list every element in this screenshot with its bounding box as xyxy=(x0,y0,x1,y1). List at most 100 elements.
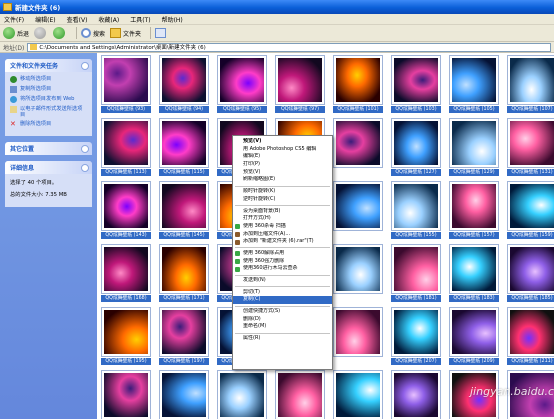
context-menu-item[interactable]: 使用360进行木马云查杀 xyxy=(233,265,332,273)
thumbnail-item[interactable]: QQ炫舞壁纸 (211) xyxy=(507,307,554,365)
thumbnail-item[interactable]: QQ炫舞壁纸 (227) xyxy=(217,370,267,419)
menu-file[interactable]: 文件(F) xyxy=(4,15,24,24)
thumbnail-item[interactable]: QQ炫舞壁纸 (94) xyxy=(159,55,209,113)
task-pane: 文件和文件夹任务 移动所选项目 复制所选项目 将所选项目发布到 Web 以电子邮… xyxy=(0,53,97,419)
context-menu-item[interactable]: 打开方式(H) xyxy=(233,215,332,223)
task-publish-web[interactable]: 将所选项目发布到 Web xyxy=(10,96,87,103)
thumbnail-label: QQ炫舞壁纸 (115) xyxy=(159,169,209,176)
thumbnail-item[interactable]: QQ炫舞壁纸 (105) xyxy=(449,55,499,113)
context-menu-item[interactable]: 删除(D) xyxy=(233,316,332,324)
thumbnail-item[interactable]: QQ炫舞壁纸 (145) xyxy=(159,181,209,239)
thumbnail-image xyxy=(101,307,151,357)
search-button[interactable]: 搜索 xyxy=(81,28,105,38)
context-menu-item[interactable]: 预览(V) xyxy=(233,138,332,146)
thumbnail-item[interactable]: QQ炫舞壁纸 (207) xyxy=(391,307,441,365)
menu-separator xyxy=(235,185,330,187)
thumbnail-item[interactable]: QQ炫舞壁纸 (223) xyxy=(101,370,151,419)
collapse-icon[interactable] xyxy=(81,61,89,70)
context-menu-item[interactable]: 用 Adobe Photoshop CS5 编辑 xyxy=(233,146,332,154)
menu-separator xyxy=(235,286,330,288)
collapse-icon[interactable] xyxy=(81,163,89,172)
thumbnail-item[interactable] xyxy=(333,244,383,302)
thumbnail-item[interactable]: QQ炫舞壁纸 (157) xyxy=(449,181,499,239)
window-title: 新建文件夹 (6) xyxy=(15,4,61,12)
thumbnail-item[interactable]: QQ炫舞壁纸 (97) xyxy=(275,55,325,113)
thumbnail-item[interactable]: QQ炫舞壁纸 (225) xyxy=(159,370,209,419)
context-menu-item[interactable]: 预览(V) xyxy=(233,169,332,177)
menu-tools[interactable]: 工具(T) xyxy=(130,15,150,24)
thumbnail-label: QQ炫舞壁纸 (97) xyxy=(275,106,325,113)
views-button[interactable] xyxy=(155,28,168,38)
delete-icon: ✕ xyxy=(10,120,16,128)
context-menu-item[interactable]: 添加到 "新建文件夹 (6).rar"(T) xyxy=(233,238,332,246)
address-input[interactable]: C:\Documents and Settings\Administrator\… xyxy=(27,42,551,52)
context-menu-item[interactable]: 复制(C) xyxy=(233,296,332,305)
file-tasks-header[interactable]: 文件和文件夹任务 xyxy=(5,59,92,72)
other-places-header[interactable]: 其它位置 xyxy=(5,142,92,155)
task-delete[interactable]: ✕ 删除所选项目 xyxy=(10,121,87,128)
context-menu-item[interactable]: 创建快捷方式(S) xyxy=(233,308,332,316)
menu-edit[interactable]: 编辑(E) xyxy=(35,15,55,24)
context-menu-item[interactable]: 顺时针旋转(K) xyxy=(233,188,332,196)
context-menu-item[interactable]: 使用 360杀毒 扫描 xyxy=(233,223,332,231)
menu-item-icon xyxy=(235,259,240,265)
context-menu-item[interactable]: 设为桌面背景(B) xyxy=(233,208,332,216)
thumbnail-item[interactable]: QQ炫舞壁纸 (155) xyxy=(391,181,441,239)
forward-button[interactable] xyxy=(34,27,48,39)
context-menu-item[interactable]: 刷新缩略图(E) xyxy=(233,176,332,184)
thumbnail-item[interactable]: QQ炫舞壁纸 (113) xyxy=(101,118,151,176)
thumbnail-item[interactable]: QQ炫舞壁纸 (183) xyxy=(449,244,499,302)
thumbnail-item[interactable]: QQ炫舞壁纸 (159) xyxy=(507,181,554,239)
thumbnail-item[interactable]: QQ炫舞壁纸 (171) xyxy=(159,244,209,302)
details-header[interactable]: 详细信息 xyxy=(5,161,92,174)
context-menu-item[interactable]: 逆时针旋转(C) xyxy=(233,196,332,204)
context-menu-item[interactable]: 打印(P) xyxy=(233,161,332,169)
context-menu-item[interactable]: 使用 360强力删除 xyxy=(233,258,332,266)
thumbnail-label: QQ炫舞壁纸 (145) xyxy=(159,232,209,239)
context-menu-item[interactable]: 重命名(M) xyxy=(233,323,332,331)
task-move[interactable]: 移动所选项目 xyxy=(10,76,87,83)
thumbnail-item[interactable]: QQ炫舞壁纸 (101) xyxy=(333,55,383,113)
up-button[interactable] xyxy=(53,27,67,39)
thumbnail-item[interactable]: QQ炫舞壁纸 (185) xyxy=(507,244,554,302)
menu-help[interactable]: 帮助(H) xyxy=(162,15,183,24)
thumbnail-item[interactable]: QQ炫舞壁纸 (181) xyxy=(391,244,441,302)
thumbnail-label: QQ炫舞壁纸 (155) xyxy=(391,232,441,239)
thumbnail-item[interactable] xyxy=(333,307,383,365)
thumbnail-item[interactable]: QQ炫舞壁纸 (107) xyxy=(507,55,554,113)
thumbnail-item[interactable]: QQ炫舞壁纸 (127) xyxy=(391,118,441,176)
context-menu-item[interactable]: 编辑(E) xyxy=(233,153,332,161)
thumbnail-item[interactable]: QQ炫舞壁纸 (95) xyxy=(217,55,267,113)
thumbnail-item[interactable] xyxy=(333,118,383,176)
thumbnail-item[interactable]: QQ炫舞壁纸 (209) xyxy=(449,307,499,365)
thumbnail-item[interactable]: QQ炫舞壁纸 (103) xyxy=(391,55,441,113)
folders-button[interactable]: 文件夹 xyxy=(110,28,141,38)
thumbnail-item[interactable]: QQ炫舞壁纸 (131) xyxy=(507,118,554,176)
thumbnail-item[interactable]: QQ炫舞壁纸 (129) xyxy=(449,118,499,176)
globe-icon xyxy=(10,96,17,103)
expand-icon[interactable] xyxy=(81,144,89,153)
thumbnail-image xyxy=(159,244,209,294)
context-menu-item[interactable]: 发送到(N) xyxy=(233,277,332,285)
task-email[interactable]: 以电子邮件形式发送所选项目 xyxy=(10,106,87,118)
thumbnail-item[interactable] xyxy=(275,370,325,419)
menu-bar: 文件(F) 编辑(E) 查看(V) 收藏(A) 工具(T) 帮助(H) xyxy=(0,14,554,25)
thumbnail-item[interactable]: QQ炫舞壁纸 (143) xyxy=(101,181,151,239)
thumbnail-item[interactable]: QQ炫舞壁纸 (195) xyxy=(101,307,151,365)
thumbnail-item[interactable] xyxy=(333,181,383,239)
back-button[interactable]: 后退 xyxy=(3,27,29,39)
menu-favorites[interactable]: 收藏(A) xyxy=(98,15,119,24)
thumbnail-item[interactable]: QQ炫舞壁纸 (93) xyxy=(101,55,151,113)
context-menu-item[interactable]: 添加到压缩文件(A)... xyxy=(233,231,332,239)
context-menu-item[interactable]: 剪切(T) xyxy=(233,289,332,297)
thumbnail-item[interactable]: QQ炫舞壁纸 (115) xyxy=(159,118,209,176)
menu-view[interactable]: 查看(V) xyxy=(67,15,88,24)
thumbnail-item[interactable]: QQ炫舞壁纸 (168) xyxy=(101,244,151,302)
context-menu-item[interactable]: 属性(R) xyxy=(233,335,332,343)
context-menu-item[interactable]: 使用 360解除占用 xyxy=(233,250,332,258)
thumbnail-item[interactable]: QQ炫舞壁纸 (235) xyxy=(391,370,441,419)
task-copy[interactable]: 复制所选项目 xyxy=(10,86,87,93)
thumbnail-item[interactable] xyxy=(333,370,383,419)
thumbnail-image xyxy=(217,55,267,105)
thumbnail-item[interactable]: QQ炫舞壁纸 (197) xyxy=(159,307,209,365)
